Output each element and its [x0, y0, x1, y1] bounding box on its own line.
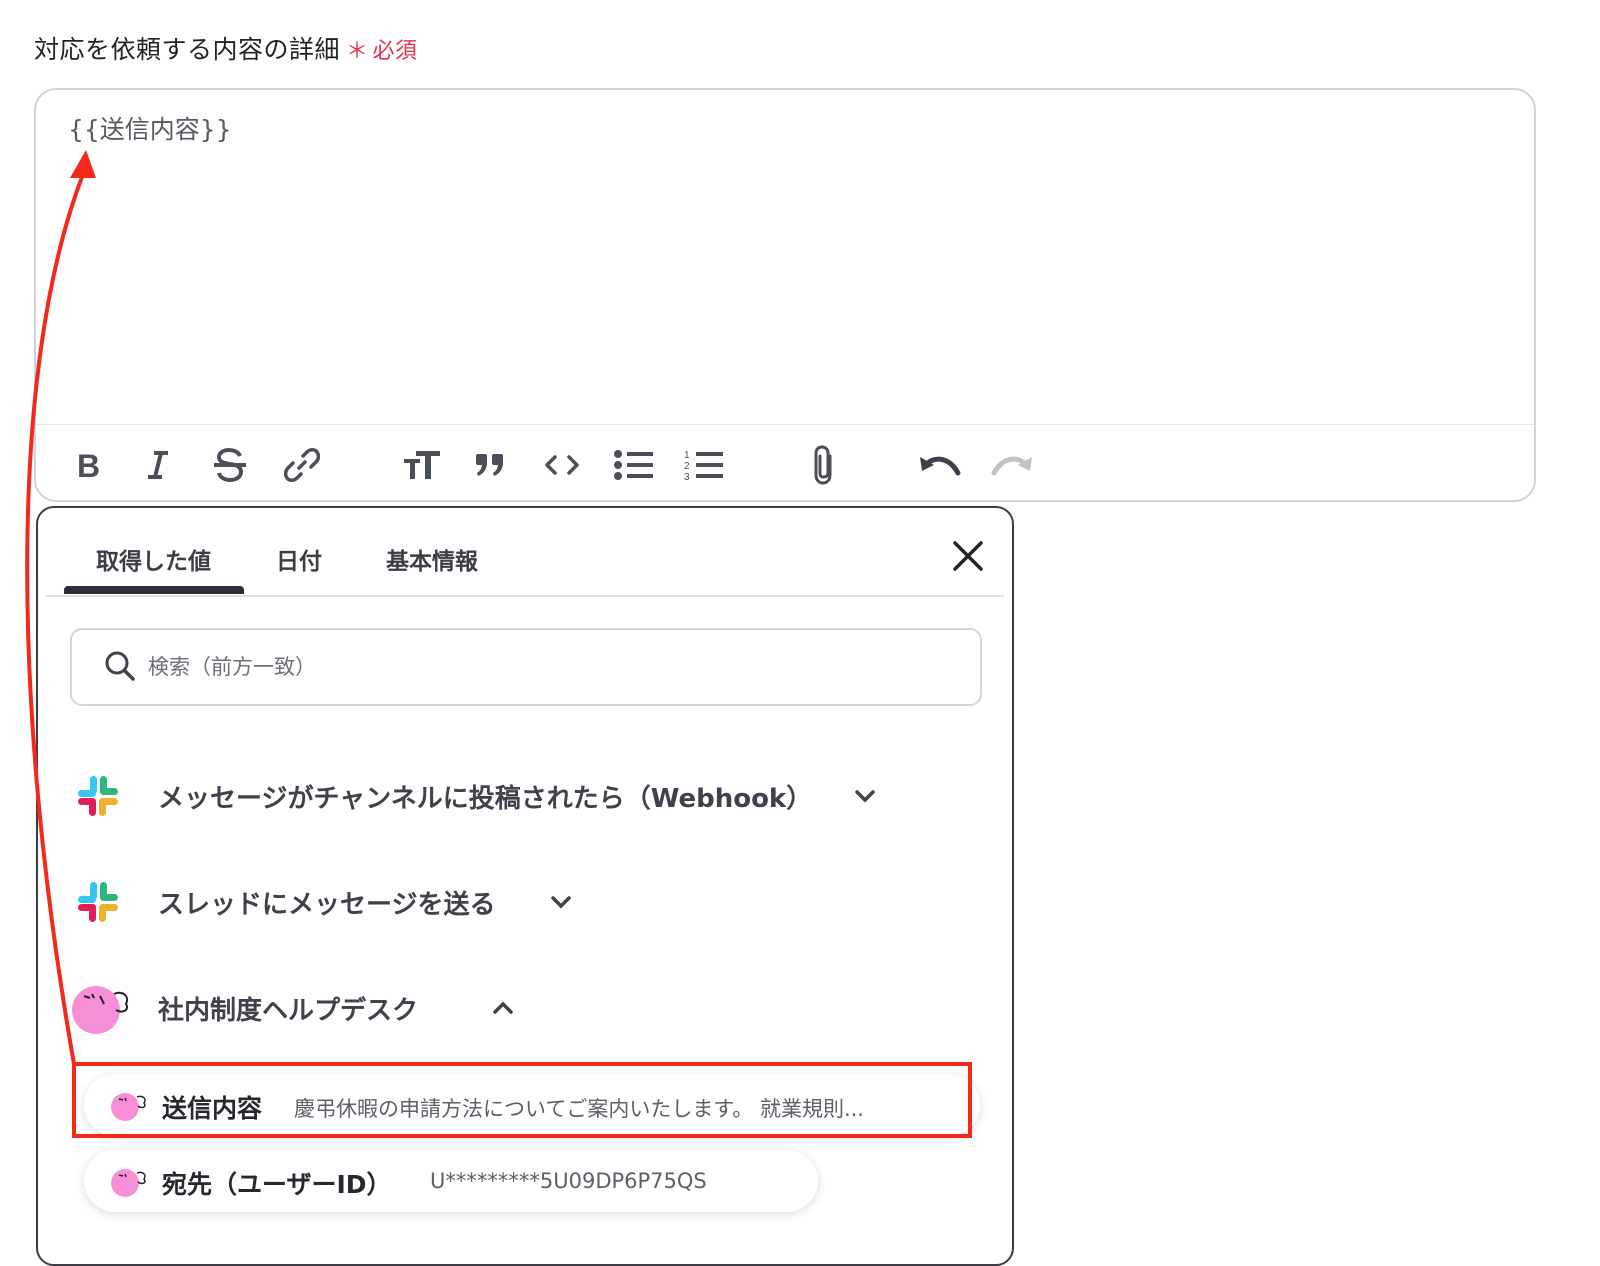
code-icon[interactable]: [540, 443, 584, 487]
tab-acquired-values[interactable]: 取得した値: [96, 542, 211, 576]
group-label: 社内制度ヘルプデスク: [158, 996, 419, 1026]
text-size-icon[interactable]: [400, 443, 444, 487]
svg-text:B: B: [77, 449, 100, 481]
field-label-text: 対応を依頼する内容の詳細: [34, 35, 341, 64]
tabs-divider: [46, 595, 1004, 597]
helpdesk-icon: [110, 1089, 150, 1121]
helpdesk-icon: [110, 1165, 150, 1197]
svg-text:3: 3: [684, 472, 690, 482]
active-tab-indicator: [64, 586, 244, 594]
close-icon[interactable]: [950, 538, 986, 574]
italic-icon[interactable]: [136, 443, 180, 487]
svg-text:2: 2: [684, 461, 690, 472]
group-slack-thread[interactable]: スレッドにメッセージを送る: [74, 872, 574, 932]
editor-toolbar: B 123: [36, 424, 1534, 503]
search-field[interactable]: [70, 628, 982, 706]
strikethrough-icon[interactable]: [208, 443, 252, 487]
bullet-list-icon[interactable]: [612, 443, 656, 487]
chevron-down-icon: [550, 894, 572, 913]
chip-name: 送信内容: [162, 1094, 263, 1123]
helpdesk-icon: [70, 980, 134, 1036]
group-slack-webhook[interactable]: メッセージがチャンネルに投稿されたら（Webhook）: [74, 766, 876, 826]
numbered-list-icon[interactable]: 123: [682, 443, 726, 487]
picker-tabs: 取得した値 日付 基本情報: [38, 508, 1012, 598]
slack-icon: [74, 772, 122, 820]
tab-date[interactable]: 日付: [276, 542, 322, 576]
attachment-icon[interactable]: [802, 443, 846, 487]
value-chip-message-content[interactable]: 送信内容 慶弔休暇の申請方法についてご案内いたします。 就業規則...: [84, 1074, 980, 1136]
required-text: 必須: [372, 39, 418, 64]
rich-text-editor[interactable]: {{送信内容}} B 123: [34, 88, 1536, 502]
group-label: メッセージがチャンネルに投稿されたら（Webhook）: [158, 784, 813, 814]
value-picker-panel: 取得した値 日付 基本情報 メッセージがチャンネルに: [36, 506, 1014, 1266]
quote-icon[interactable]: [468, 443, 512, 487]
required-mark: ＊: [346, 39, 369, 64]
chip-value: 慶弔休暇の申請方法についてご案内いたします。 就業規則...: [294, 1097, 864, 1121]
tab-basic-info[interactable]: 基本情報: [386, 542, 478, 576]
value-chip-recipient-user-id[interactable]: 宛先（ユーザーID） U*********5U09DP6P75QS: [84, 1150, 818, 1212]
group-helpdesk[interactable]: 社内制度ヘルプデスク: [72, 978, 534, 1038]
slack-icon: [74, 878, 122, 926]
chevron-down-icon: [854, 788, 876, 807]
group-label: スレッドにメッセージを送る: [158, 890, 496, 920]
editor-content[interactable]: {{送信内容}}: [68, 110, 232, 146]
undo-icon[interactable]: [918, 443, 962, 487]
redo-icon: [990, 443, 1034, 487]
chevron-up-icon: [492, 1000, 514, 1019]
link-icon[interactable]: [280, 443, 324, 487]
chip-name: 宛先（ユーザーID）: [162, 1170, 392, 1199]
svg-text:1: 1: [684, 450, 690, 461]
field-label: 対応を依頼する内容の詳細＊必須: [34, 30, 418, 66]
search-input[interactable]: [146, 634, 950, 700]
search-icon: [104, 650, 136, 686]
bold-icon[interactable]: B: [66, 443, 110, 487]
chip-value: U*********5U09DP6P75QS: [430, 1169, 707, 1193]
